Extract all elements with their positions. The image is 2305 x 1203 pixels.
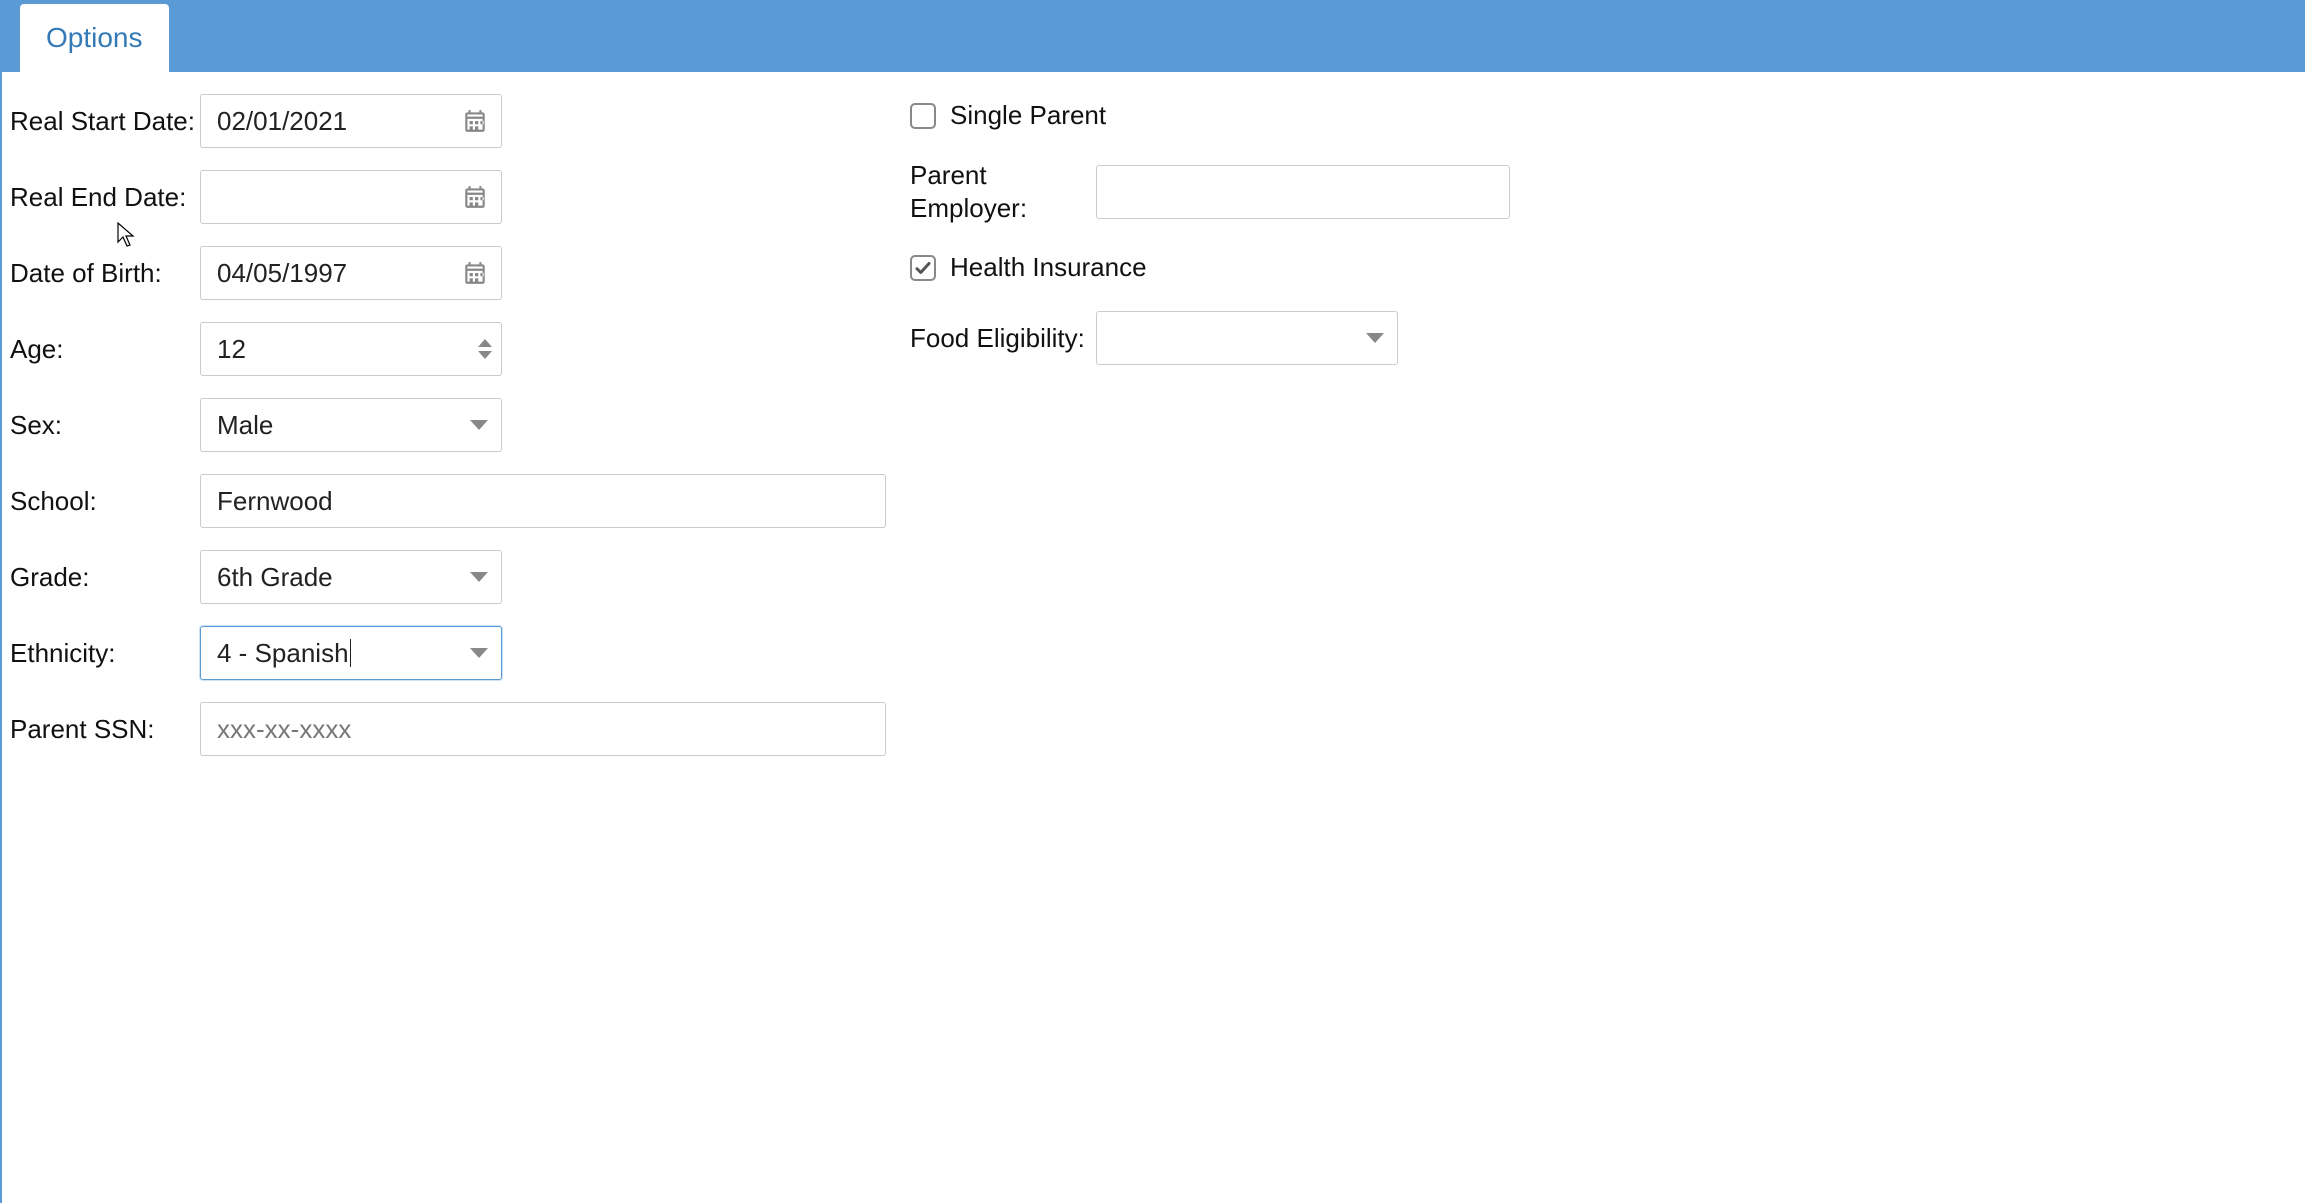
- parent-ssn-input[interactable]: [200, 702, 886, 756]
- row-real-end-date: Real End Date:: [10, 170, 910, 224]
- row-food-eligibility: Food Eligibility:: [910, 311, 1510, 365]
- chevron-down-icon[interactable]: [470, 648, 488, 658]
- label-parent-employer: Parent Employer:: [910, 159, 1096, 224]
- label-grade: Grade:: [10, 562, 200, 593]
- chevron-down-icon[interactable]: [470, 420, 488, 430]
- row-grade: Grade:: [10, 550, 910, 604]
- tab-options[interactable]: Options: [20, 4, 169, 72]
- ethnicity-select[interactable]: 4 - Spanish: [200, 626, 502, 680]
- grade-select[interactable]: [200, 550, 502, 604]
- left-column: Real Start Date: Real End Date:: [10, 94, 910, 778]
- sex-select[interactable]: [200, 398, 502, 452]
- label-ethnicity: Ethnicity:: [10, 638, 200, 669]
- label-sex: Sex:: [10, 410, 200, 441]
- label-health-insurance: Health Insurance: [950, 252, 1147, 283]
- age-input[interactable]: [200, 322, 502, 376]
- label-school: School:: [10, 486, 200, 517]
- form-content: Real Start Date: Real End Date:: [2, 72, 2305, 778]
- number-spinner-icon[interactable]: [478, 339, 492, 359]
- calendar-icon[interactable]: [462, 260, 488, 286]
- row-parent-ssn: Parent SSN:: [10, 702, 910, 756]
- label-single-parent: Single Parent: [950, 100, 1106, 131]
- chevron-down-icon[interactable]: [1366, 333, 1384, 343]
- row-health-insurance: Health Insurance: [910, 252, 1510, 283]
- label-real-start-date: Real Start Date:: [10, 106, 200, 137]
- row-parent-employer: Parent Employer:: [910, 159, 1510, 224]
- real-end-date-input[interactable]: [200, 170, 502, 224]
- row-school: School:: [10, 474, 910, 528]
- row-real-start-date: Real Start Date:: [10, 94, 910, 148]
- tab-bar: Options: [2, 0, 2305, 72]
- label-dob: Date of Birth:: [10, 258, 200, 289]
- label-real-end-date: Real End Date:: [10, 182, 200, 213]
- label-parent-ssn: Parent SSN:: [10, 714, 200, 745]
- label-food-eligibility: Food Eligibility:: [910, 322, 1096, 355]
- dob-input[interactable]: [200, 246, 502, 300]
- row-single-parent: Single Parent: [910, 100, 1510, 131]
- page-root: Options Real Start Date: Real End Date:: [0, 0, 2305, 1203]
- text-cursor: [350, 639, 351, 667]
- ethnicity-value: 4 - Spanish: [217, 638, 349, 669]
- calendar-icon[interactable]: [462, 184, 488, 210]
- school-input[interactable]: [200, 474, 886, 528]
- right-column: Single Parent Parent Employer: Health In…: [910, 94, 1510, 778]
- row-age: Age:: [10, 322, 910, 376]
- chevron-down-icon[interactable]: [470, 572, 488, 582]
- single-parent-checkbox[interactable]: [910, 103, 936, 129]
- calendar-icon[interactable]: [462, 108, 488, 134]
- row-sex: Sex:: [10, 398, 910, 452]
- food-eligibility-select[interactable]: [1096, 311, 1398, 365]
- health-insurance-checkbox[interactable]: [910, 255, 936, 281]
- label-age: Age:: [10, 334, 200, 365]
- row-dob: Date of Birth:: [10, 246, 910, 300]
- row-ethnicity: Ethnicity: 4 - Spanish: [10, 626, 910, 680]
- real-start-date-input[interactable]: [200, 94, 502, 148]
- parent-employer-input[interactable]: [1096, 165, 1510, 219]
